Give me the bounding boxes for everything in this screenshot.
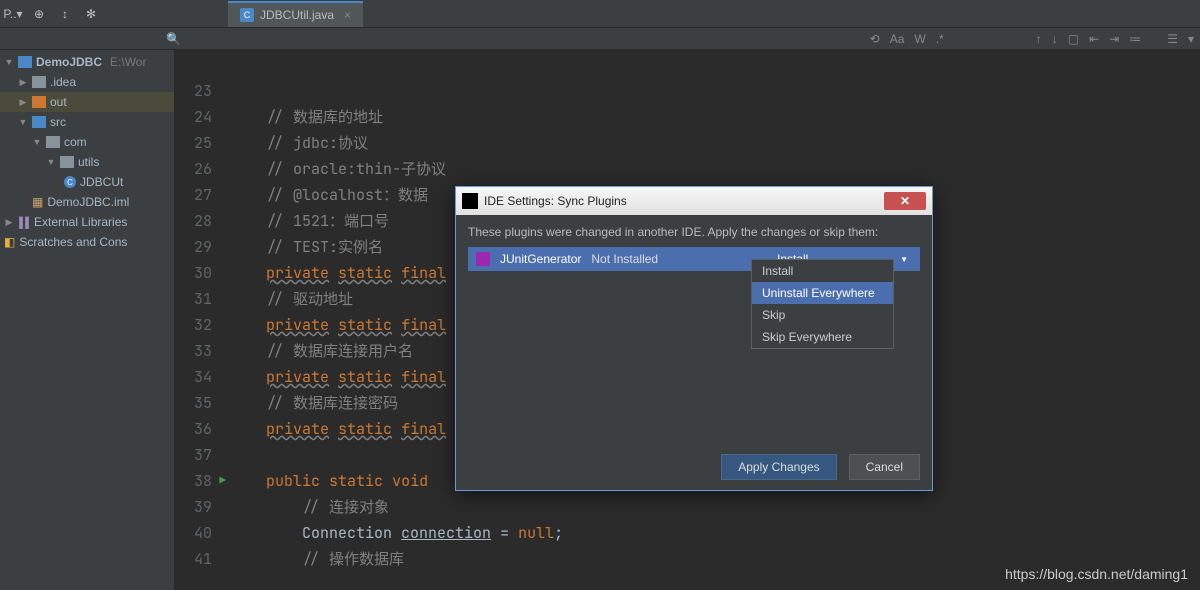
plugin-icon [476, 252, 490, 266]
tree-external-libs[interactable]: ▶∥∥ External Libraries [0, 212, 174, 232]
case-text[interactable]: Aa [890, 32, 905, 46]
tree-utils[interactable]: ▼ utils [0, 152, 174, 172]
tree-src[interactable]: ▼ src [0, 112, 174, 132]
target-icon[interactable]: ⊕ [30, 5, 48, 23]
sync-plugins-dialog: IDE Settings: Sync Plugins ✕ These plugi… [455, 186, 933, 491]
collapse-icon[interactable]: ⟲ [870, 32, 880, 46]
tree-iml[interactable]: ▦ DemoJDBC.iml [0, 192, 174, 212]
tree-label: .idea [50, 75, 76, 89]
plugin-status: Not Installed [591, 252, 658, 266]
cancel-button[interactable]: Cancel [849, 454, 920, 480]
plugin-name: JUnitGenerator [500, 252, 581, 266]
project-name: DemoJDBC [36, 55, 102, 69]
library-icon: ∥∥ [18, 215, 30, 229]
align-icon[interactable]: ≔ [1129, 32, 1141, 46]
box-icon[interactable]: ▢ [1068, 32, 1079, 46]
tree-label: DemoJDBC.iml [47, 195, 129, 209]
chevron-down-icon: ▼ [900, 255, 908, 264]
dropdown-option[interactable]: Install [752, 260, 893, 282]
folder-icon [32, 96, 46, 108]
filter-icon[interactable]: ▾ [1188, 32, 1194, 46]
close-icon[interactable]: × [344, 8, 351, 22]
apply-button[interactable]: Apply Changes [721, 454, 836, 480]
project-root[interactable]: ▼ DemoJDBC E:\Wor [0, 52, 174, 72]
dialog-close-button[interactable]: ✕ [884, 192, 926, 210]
tree-scratches[interactable]: ◧ Scratches and Cons [0, 232, 174, 252]
package-icon [46, 136, 60, 148]
top-toolbar: P..▾ ⊕ ↕ ✻ C JDBCUtil.java × [0, 0, 1200, 28]
regex-icon[interactable]: .* [936, 32, 944, 46]
tree-idea[interactable]: ▶ .idea [0, 72, 174, 92]
tree-label: out [50, 95, 67, 109]
dropdown-option[interactable]: Skip Everywhere [752, 326, 893, 348]
tree-com[interactable]: ▼ com [0, 132, 174, 152]
tree-out[interactable]: ▶ out [0, 92, 174, 112]
project-tree: ▼ DemoJDBC E:\Wor ▶ .idea ▶ out ▼ src ▼ … [0, 50, 175, 590]
indent-left-icon[interactable]: ⇤ [1089, 32, 1099, 46]
folder-icon [18, 56, 32, 68]
folder-icon [32, 76, 46, 88]
project-path: E:\Wor [110, 55, 146, 69]
search-icon[interactable]: 🔍 [166, 32, 181, 46]
settings2-icon[interactable]: ☰ [1167, 32, 1178, 46]
arrow-down-icon[interactable]: ↓ [1052, 32, 1058, 46]
settings-icon[interactable]: ✻ [82, 5, 100, 23]
editor-tab[interactable]: C JDBCUtil.java × [228, 1, 363, 27]
watermark: https://blog.csdn.net/daming1 [1005, 566, 1188, 582]
dialog-titlebar[interactable]: IDE Settings: Sync Plugins ✕ [456, 187, 932, 215]
tab-filename: JDBCUtil.java [260, 8, 334, 22]
line-gutter: 23242526272829303132333435363738▶394041 [175, 50, 230, 590]
word-text[interactable]: W [914, 32, 925, 46]
dialog-message: These plugins were changed in another ID… [468, 225, 920, 239]
java-class-icon: C [64, 176, 76, 188]
intellij-icon [462, 193, 478, 209]
file-icon: ▦ [32, 195, 43, 209]
tree-label: Scratches and Cons [19, 235, 127, 249]
tree-label: JDBCUt [80, 175, 123, 189]
tree-java-file[interactable]: C JDBCUt [0, 172, 174, 192]
package-icon [60, 156, 74, 168]
breadcrumb: 🔍 ⟲ Aa W .* ↑ ↓ ▢ ⇤ ⇥ ≔ ☰ ▾ [0, 28, 1200, 50]
indent-right-icon[interactable]: ⇥ [1109, 32, 1119, 46]
action-dropdown: InstallUninstall EverywhereSkipSkip Ever… [751, 259, 894, 349]
tree-label: utils [78, 155, 99, 169]
java-class-icon: C [240, 8, 254, 22]
project-menu[interactable]: P..▾ [4, 5, 22, 23]
tree-label: src [50, 115, 66, 129]
tree-label: External Libraries [34, 215, 127, 229]
tree-label: com [64, 135, 87, 149]
arrow-up-icon[interactable]: ↑ [1036, 32, 1042, 46]
dropdown-option[interactable]: Uninstall Everywhere [752, 282, 893, 304]
dialog-title: IDE Settings: Sync Plugins [484, 194, 878, 208]
dropdown-option[interactable]: Skip [752, 304, 893, 326]
expand-icon[interactable]: ↕ [56, 5, 74, 23]
folder-icon [32, 116, 46, 128]
scratch-icon: ◧ [4, 235, 15, 249]
